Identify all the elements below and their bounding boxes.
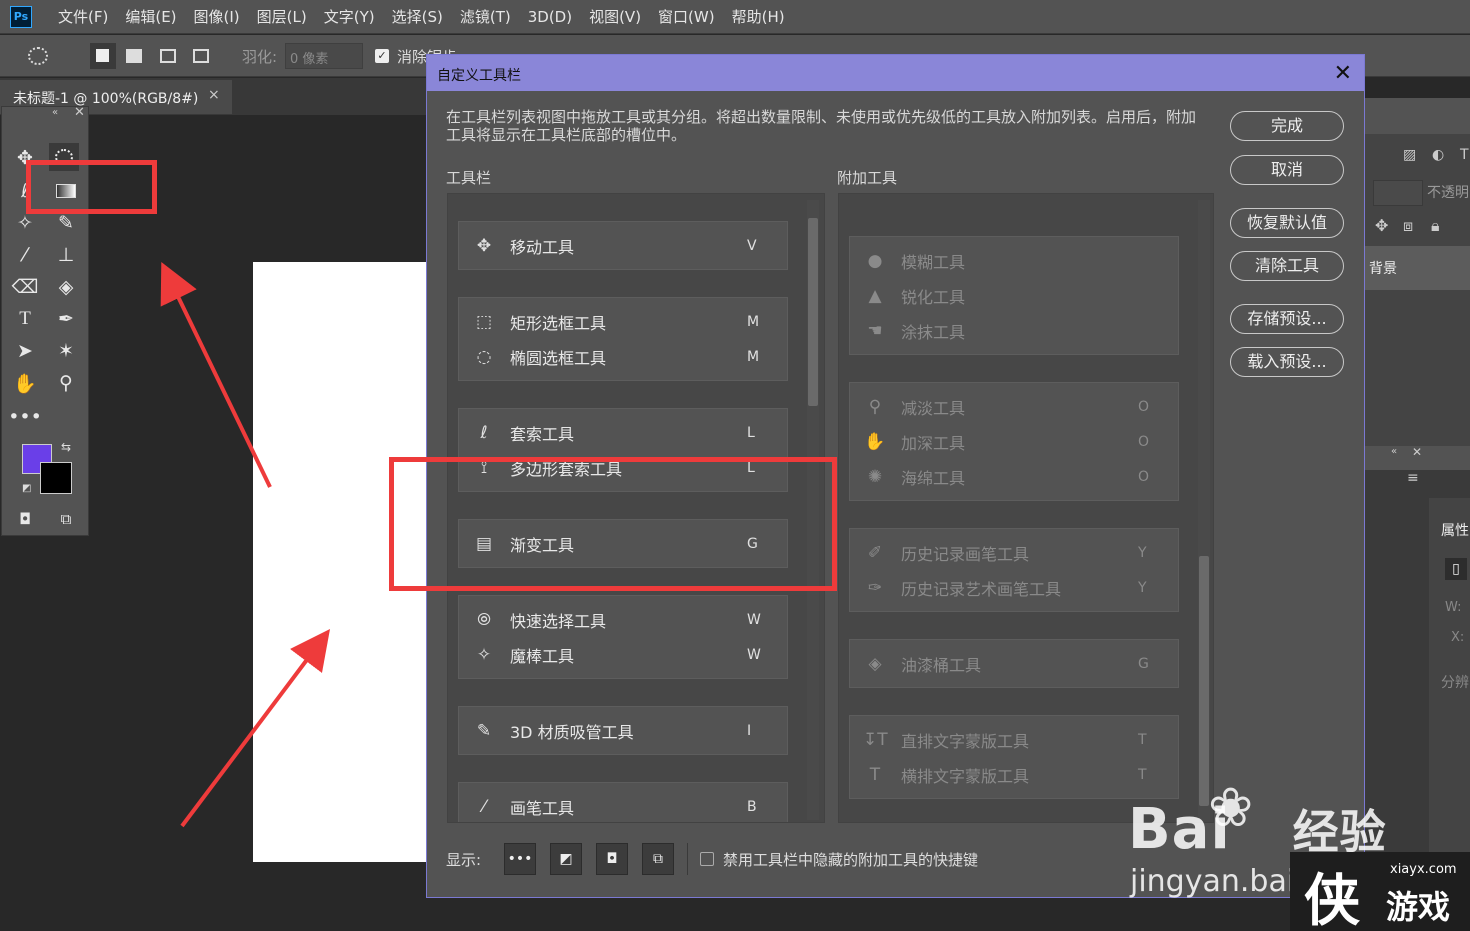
annotation-arrow-right	[180, 629, 331, 828]
xiayx-watermark: xiayx.com 侠 游戏	[1290, 852, 1470, 931]
annotation-arrow-up	[160, 261, 272, 488]
baidu-paw-icon: ❀	[1208, 776, 1254, 839]
xiayx-name: 游戏	[1386, 888, 1451, 926]
xiayx-logo: 侠	[1304, 869, 1360, 931]
baidu-suffix: 经验	[1292, 805, 1387, 859]
xiayx-url: xiayx.com	[1390, 862, 1457, 877]
